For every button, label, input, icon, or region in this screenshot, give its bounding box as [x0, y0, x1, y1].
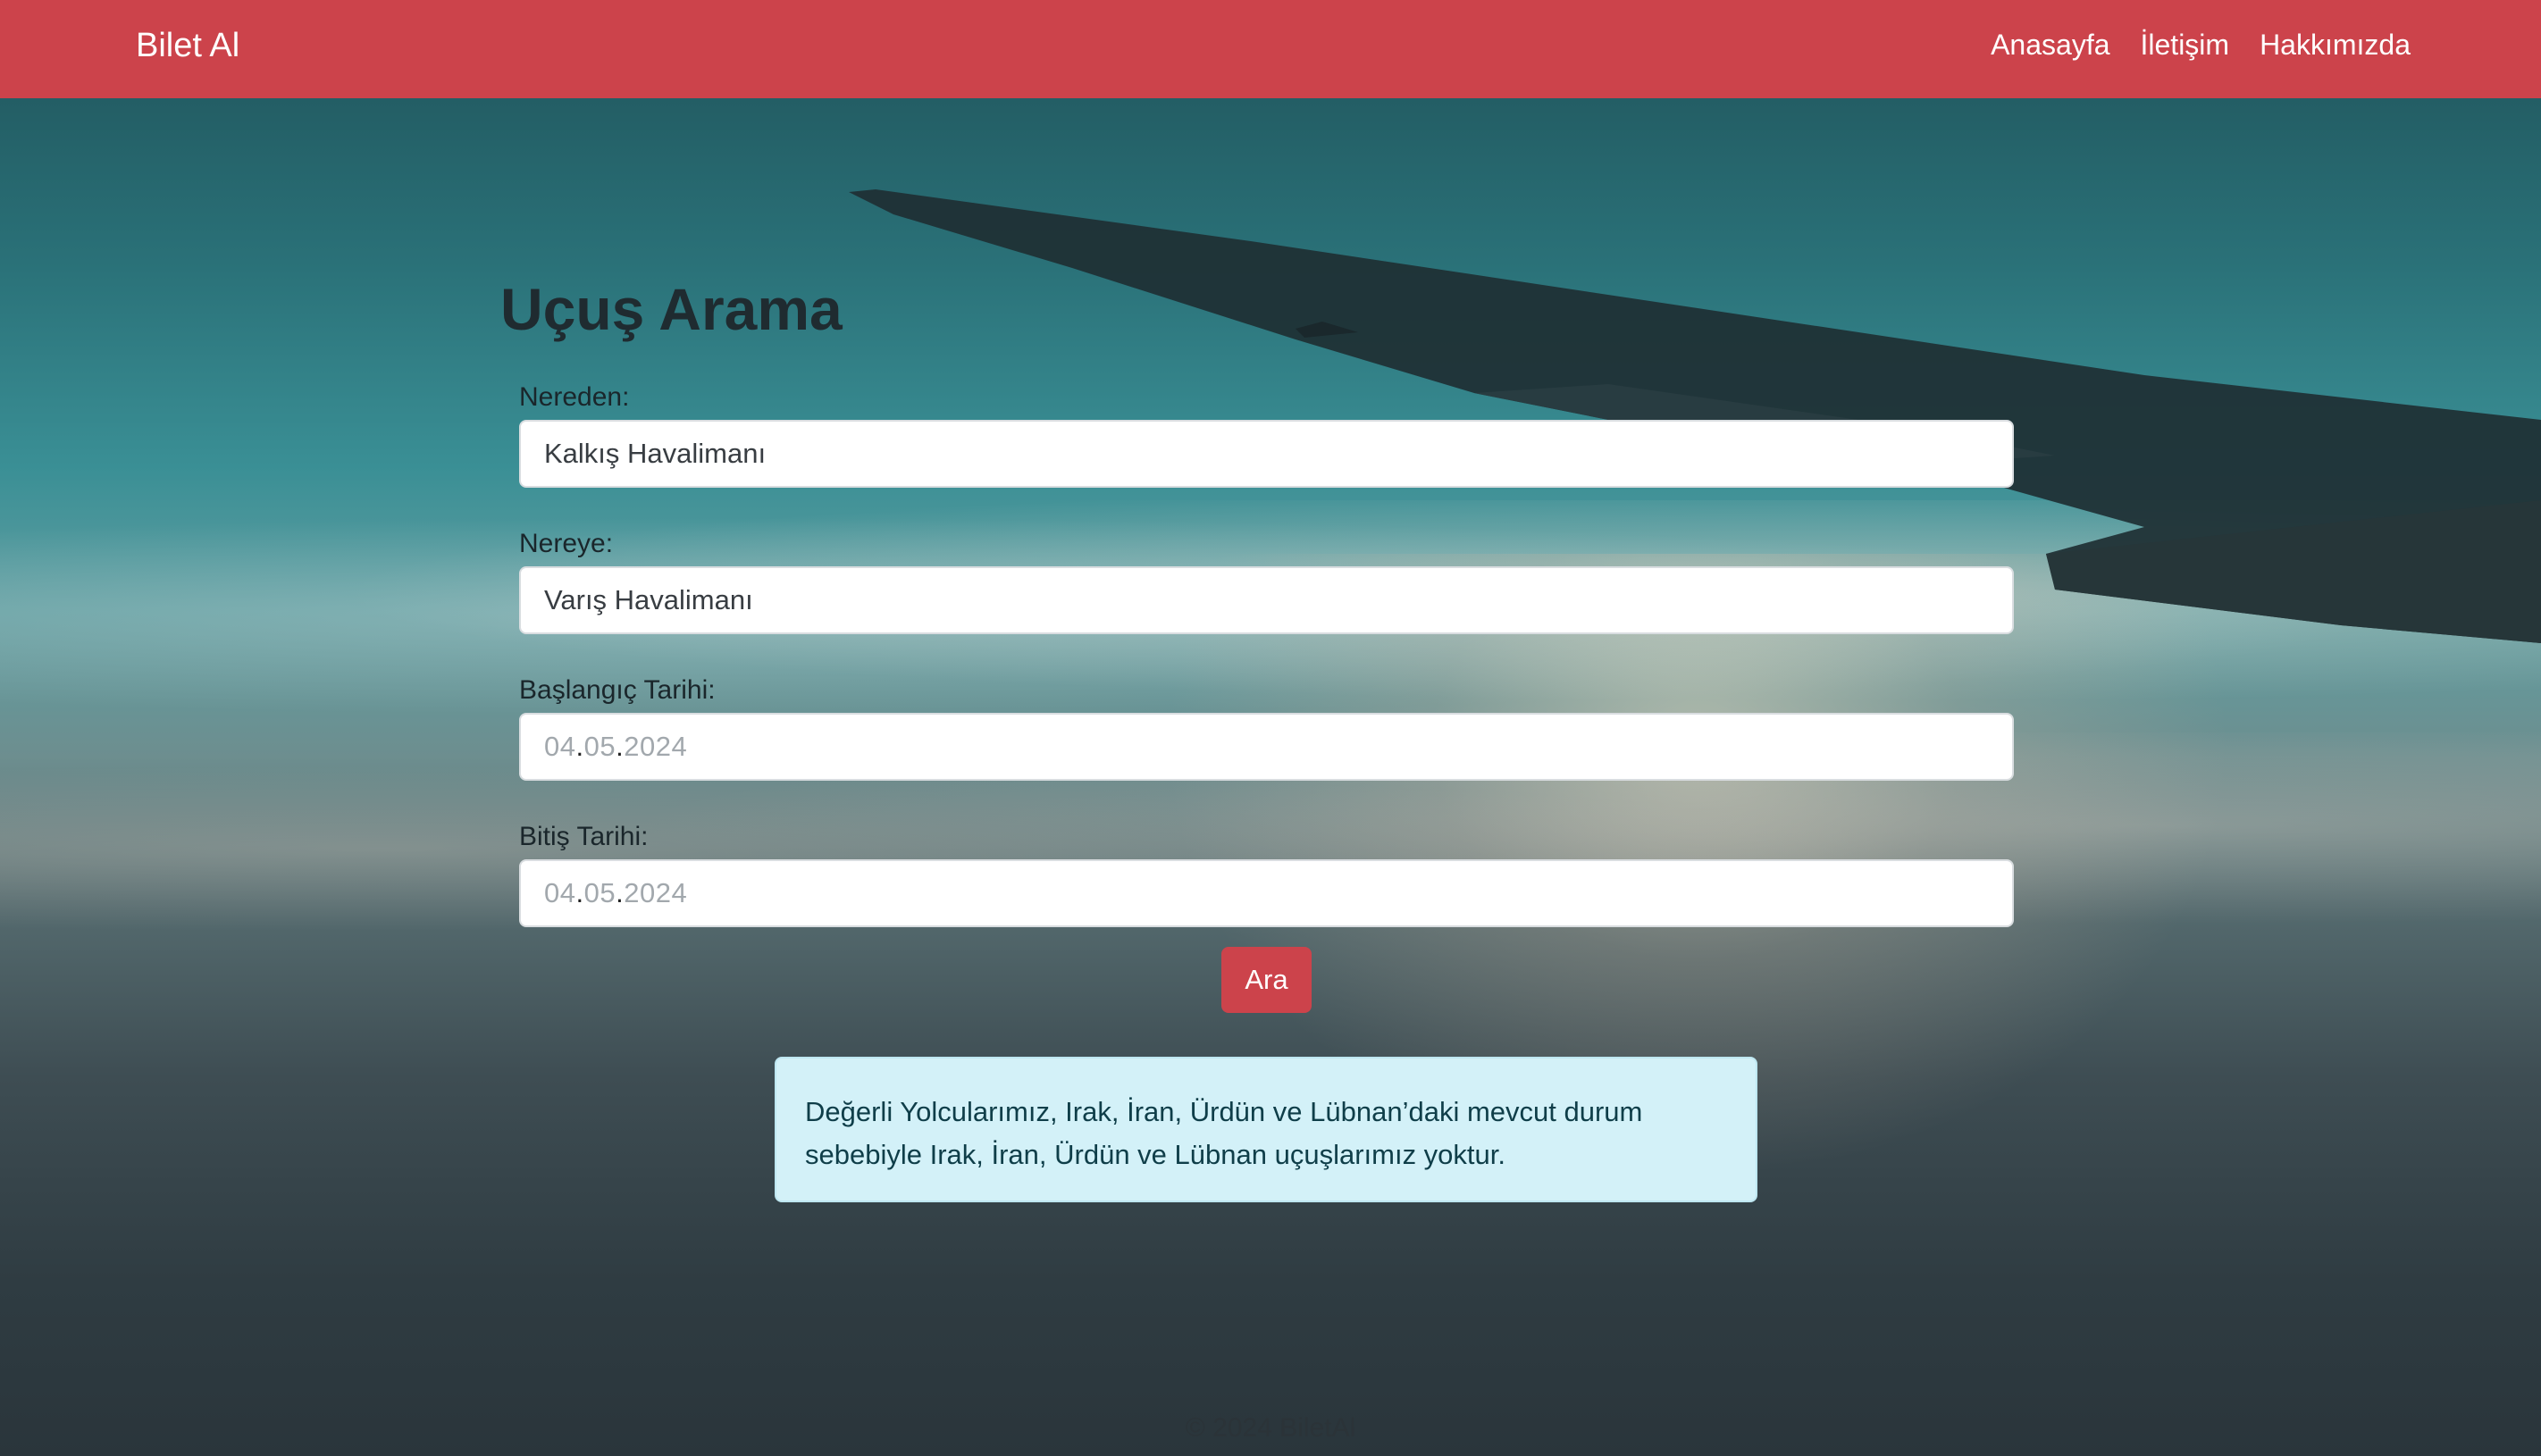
nav-links: Anasayfa İletişim Hakkımızda — [1991, 29, 2411, 62]
from-placeholder: Kalkış Havalimanı — [544, 438, 767, 469]
footer-copyright: © 2024 BiletAl — [1185, 1413, 1356, 1443]
top-navbar: Bilet Al Anasayfa İletişim Hakkımızda — [0, 0, 2541, 98]
end-date-year[interactable]: 2024 — [624, 877, 687, 908]
nav-link-contact[interactable]: İletişim — [2141, 29, 2230, 62]
start-date-value: 04.05.2024 — [544, 731, 688, 762]
end-date-day[interactable]: 04 — [544, 877, 575, 908]
from-label: Nereden: — [519, 382, 630, 412]
end-date-label: Bitiş Tarihi: — [519, 822, 649, 851]
to-label: Nereye: — [519, 529, 614, 558]
to-input[interactable]: Varış Havalimanı — [519, 566, 2014, 634]
end-date-input[interactable]: 04.05.2024 — [519, 859, 2014, 927]
start-date-day[interactable]: 04 — [544, 731, 575, 762]
page-title: Uçuş Arama — [500, 276, 843, 342]
start-date-year[interactable]: 2024 — [624, 731, 687, 762]
travel-notice-alert: Değerli Yolcularımız, Irak, İran, Ürdün … — [775, 1057, 1757, 1202]
start-date-month[interactable]: 05 — [584, 731, 616, 762]
nav-link-home[interactable]: Anasayfa — [1991, 29, 2109, 62]
start-date-label: Başlangıç Tarihi: — [519, 675, 716, 705]
search-button[interactable]: Ara — [1221, 947, 1312, 1013]
end-date-month[interactable]: 05 — [584, 877, 616, 908]
nav-link-about[interactable]: Hakkımızda — [2260, 29, 2411, 62]
brand-logo[interactable]: Bilet Al — [136, 27, 239, 65]
from-input[interactable]: Kalkış Havalimanı — [519, 420, 2014, 488]
end-date-value: 04.05.2024 — [544, 877, 688, 908]
to-placeholder: Varış Havalimanı — [544, 584, 753, 615]
start-date-input[interactable]: 04.05.2024 — [519, 713, 2014, 781]
